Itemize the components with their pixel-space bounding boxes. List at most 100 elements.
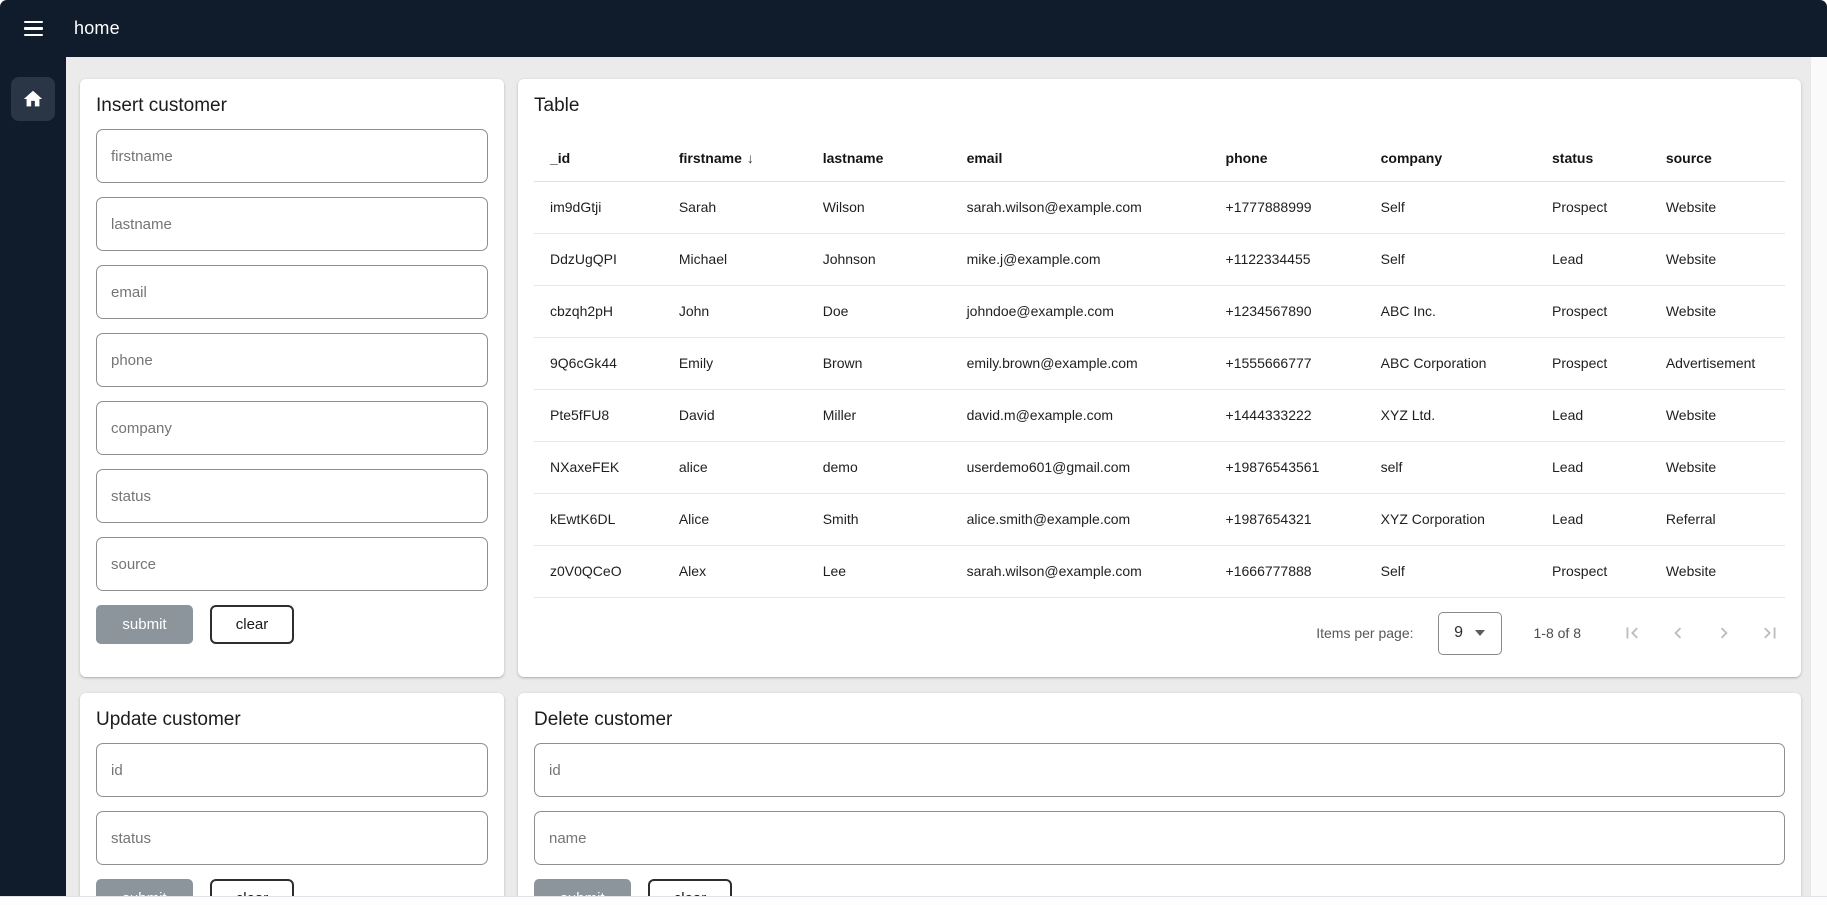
insert-clear-button[interactable]: clear xyxy=(210,605,294,644)
column-header-status[interactable]: status xyxy=(1536,135,1650,181)
delete-button-row: submit clear xyxy=(534,879,1785,896)
sidebar xyxy=(0,57,66,896)
column-header-id[interactable]: _id xyxy=(534,135,663,181)
table-card: Table _id firstname↓ lastname email xyxy=(518,79,1801,677)
insert-form-field[interactable] xyxy=(96,537,488,591)
table-row[interactable]: Pte5fFU8 David Miller david.m@example.co… xyxy=(534,389,1785,441)
cell-phone: +1122334455 xyxy=(1210,233,1365,285)
table-row[interactable]: im9dGtji Sarah Wilson sarah.wilson@examp… xyxy=(534,181,1785,233)
delete-submit-button[interactable]: submit xyxy=(534,879,631,896)
cell-email: sarah.wilson@example.com xyxy=(951,181,1210,233)
update-card-title: Update customer xyxy=(96,709,488,731)
column-header-lastname[interactable]: lastname xyxy=(807,135,951,181)
page-title: home xyxy=(74,18,120,39)
cell-source: Referral xyxy=(1650,493,1785,545)
insert-form-field[interactable] xyxy=(96,469,488,523)
table-row[interactable]: cbzqh2pH John Doe johndoe@example.com +1… xyxy=(534,285,1785,337)
cell-source: Website xyxy=(1650,441,1785,493)
column-header-company[interactable]: company xyxy=(1365,135,1536,181)
cell-company: Self xyxy=(1365,181,1536,233)
app-window: home Insert customer xyxy=(0,0,1827,905)
cell-id: im9dGtji xyxy=(534,181,663,233)
column-header-email[interactable]: email xyxy=(951,135,1210,181)
menu-button[interactable] xyxy=(13,9,53,49)
column-header-source[interactable]: source xyxy=(1650,135,1785,181)
cell-source: Website xyxy=(1650,545,1785,597)
horizontal-scrollbar[interactable] xyxy=(0,896,1827,905)
update-customer-card: Update customer submit clear xyxy=(80,693,504,896)
cell-email: david.m@example.com xyxy=(951,389,1210,441)
cell-lastname: Brown xyxy=(807,337,951,389)
cell-status: Prospect xyxy=(1536,285,1650,337)
update-form-field[interactable] xyxy=(96,743,488,797)
cell-id: Pte5fFU8 xyxy=(534,389,663,441)
cell-id: kEwtK6DL xyxy=(534,493,663,545)
insert-form-field[interactable] xyxy=(96,129,488,183)
update-form-field[interactable] xyxy=(96,811,488,865)
cell-firstname: John xyxy=(663,285,807,337)
last-page-icon xyxy=(1759,622,1781,644)
cell-phone: +1234567890 xyxy=(1210,285,1365,337)
topbar: home xyxy=(0,0,1827,57)
previous-page-button[interactable] xyxy=(1665,620,1691,646)
cell-source: Website xyxy=(1650,285,1785,337)
table-header-row: _id firstname↓ lastname email phone comp… xyxy=(534,135,1785,181)
column-header-phone[interactable]: phone xyxy=(1210,135,1365,181)
cell-phone: +1666777888 xyxy=(1210,545,1365,597)
table-row[interactable]: z0V0QCeO Alex Lee sarah.wilson@example.c… xyxy=(534,545,1785,597)
cell-company: XYZ Corporation xyxy=(1365,493,1536,545)
last-page-button[interactable] xyxy=(1757,620,1783,646)
delete-customer-card: Delete customer submit clear xyxy=(518,693,1801,896)
delete-form-field[interactable] xyxy=(534,811,1785,865)
chevron-left-icon xyxy=(1667,622,1689,644)
delete-clear-button[interactable]: clear xyxy=(648,879,732,896)
cell-company: XYZ Ltd. xyxy=(1365,389,1536,441)
next-page-button[interactable] xyxy=(1711,620,1737,646)
pager-controls xyxy=(1619,620,1783,646)
update-form xyxy=(96,743,488,865)
update-button-row: submit clear xyxy=(96,879,488,896)
home-icon xyxy=(22,88,44,110)
cell-lastname: Wilson xyxy=(807,181,951,233)
cell-company: ABC Corporation xyxy=(1365,337,1536,389)
cell-company: Self xyxy=(1365,545,1536,597)
update-clear-button[interactable]: clear xyxy=(210,879,294,896)
cell-source: Website xyxy=(1650,389,1785,441)
vertical-scrollbar[interactable] xyxy=(1810,57,1827,896)
table-row[interactable]: DdzUgQPI Michael Johnson mike.j@example.… xyxy=(534,233,1785,285)
cell-status: Prospect xyxy=(1536,545,1650,597)
table-row[interactable]: kEwtK6DL Alice Smith alice.smith@example… xyxy=(534,493,1785,545)
cell-firstname: Michael xyxy=(663,233,807,285)
insert-submit-button[interactable]: submit xyxy=(96,605,193,644)
insert-form-field[interactable] xyxy=(96,333,488,387)
insert-card-title: Insert customer xyxy=(96,95,488,117)
insert-form-field[interactable] xyxy=(96,197,488,251)
cell-firstname: Sarah xyxy=(663,181,807,233)
column-header-firstname[interactable]: firstname↓ xyxy=(663,135,807,181)
main-content: Insert customer submit xyxy=(66,57,1810,896)
insert-form-field[interactable] xyxy=(96,265,488,319)
cell-status: Prospect xyxy=(1536,181,1650,233)
chevron-right-icon xyxy=(1713,622,1735,644)
update-submit-button[interactable]: submit xyxy=(96,879,193,896)
page-size-select[interactable]: 9 xyxy=(1438,612,1502,655)
hamburger-icon xyxy=(24,21,43,36)
table-row[interactable]: 9Q6cGk44 Emily Brown emily.brown@example… xyxy=(534,337,1785,389)
cell-status: Lead xyxy=(1536,389,1650,441)
cell-lastname: demo xyxy=(807,441,951,493)
cell-company: self xyxy=(1365,441,1536,493)
cell-status: Lead xyxy=(1536,493,1650,545)
delete-form-field[interactable] xyxy=(534,743,1785,797)
sidebar-item-home[interactable] xyxy=(11,77,55,121)
cell-source: Website xyxy=(1650,233,1785,285)
first-page-icon xyxy=(1621,622,1643,644)
cell-source: Website xyxy=(1650,181,1785,233)
chevron-down-icon xyxy=(1475,630,1485,636)
delete-card-title: Delete customer xyxy=(534,709,1785,731)
cell-email: emily.brown@example.com xyxy=(951,337,1210,389)
table-row[interactable]: NXaxeFEK alice demo userdemo601@gmail.co… xyxy=(534,441,1785,493)
cell-company: ABC Inc. xyxy=(1365,285,1536,337)
insert-form-field[interactable] xyxy=(96,401,488,455)
first-page-button[interactable] xyxy=(1619,620,1645,646)
cell-id: DdzUgQPI xyxy=(534,233,663,285)
